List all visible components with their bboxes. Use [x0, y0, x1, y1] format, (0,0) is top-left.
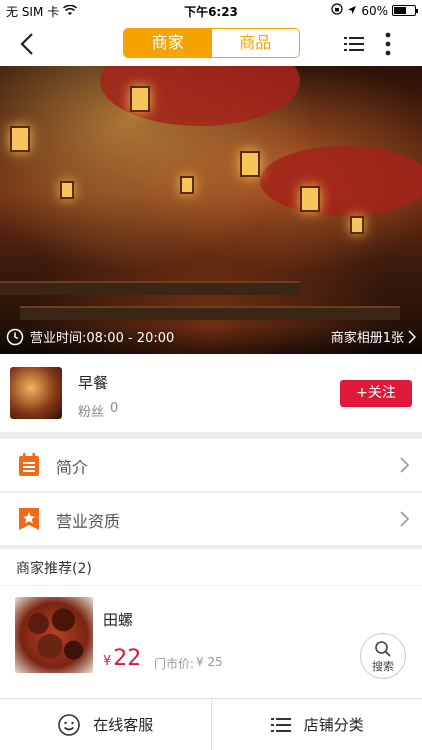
- album-link[interactable]: 商家相册1张: [331, 327, 416, 346]
- table-decoration: [0, 281, 300, 295]
- merchant-name: 早餐: [78, 374, 109, 392]
- more-vertical-icon: [385, 32, 391, 56]
- list-icon: [344, 37, 364, 51]
- bottom-bar: 在线客服 店铺分类: [0, 698, 422, 750]
- chevron-right-icon: [400, 511, 410, 527]
- recommended-title: 商家推荐(2): [16, 561, 92, 577]
- fans-value: 0: [110, 401, 119, 416]
- tab-merchant[interactable]: 商家: [124, 29, 212, 57]
- currency-symbol: ¥: [103, 654, 112, 669]
- lantern-decoration: [350, 216, 364, 234]
- business-hours-label: 营业时间:08:00 - 20:00: [30, 331, 175, 346]
- online-service-button[interactable]: 在线客服: [0, 699, 211, 750]
- star-badge-icon: [18, 507, 40, 531]
- product-price: ¥ 22: [103, 646, 141, 671]
- search-label: 搜索: [372, 660, 394, 673]
- market-price-label: 门市价:: [154, 657, 195, 671]
- chevron-right-icon: [400, 457, 410, 473]
- store-category-button[interactable]: 店铺分类: [212, 699, 422, 750]
- back-button[interactable]: [14, 30, 42, 58]
- product-image[interactable]: [15, 597, 93, 673]
- album-label: 商家相册1张: [330, 331, 404, 346]
- segment-control: 商家 商品: [123, 28, 300, 58]
- follow-button[interactable]: +关注: [340, 380, 412, 407]
- business-license-label: 营业资质: [56, 512, 121, 531]
- lantern-decoration: [130, 86, 150, 112]
- chevron-right-icon: [408, 329, 416, 344]
- tab-products[interactable]: 商品: [211, 29, 299, 57]
- lantern-decoration: [240, 151, 260, 177]
- lantern-decoration: [300, 186, 320, 212]
- clock-icon: [6, 328, 24, 345]
- fans-label: 粉丝: [78, 405, 105, 420]
- status-bar: 无 SIM 卡 下午6:23 60%: [0, 0, 422, 22]
- ceiling-decoration: [260, 146, 422, 216]
- business-hours: 营业时间:08:00 - 20:00: [6, 327, 174, 346]
- battery-icon: [392, 5, 418, 16]
- lantern-decoration: [60, 181, 74, 199]
- business-license-row[interactable]: 营业资质: [0, 493, 422, 545]
- table-decoration: [20, 306, 400, 320]
- market-price-value: ¥ 25: [196, 655, 223, 669]
- battery-fill: [394, 7, 406, 14]
- location-arrow-icon: [347, 4, 357, 18]
- online-service-label: 在线客服: [93, 716, 154, 734]
- intro-row[interactable]: 简介: [0, 439, 422, 491]
- market-price: 门市价: ¥ 25: [154, 655, 223, 672]
- search-button[interactable]: 搜索: [360, 633, 406, 679]
- lantern-decoration: [180, 176, 194, 194]
- rotation-lock-icon: [331, 3, 343, 18]
- document-icon: [18, 453, 40, 477]
- price-value: 22: [113, 646, 142, 671]
- intro-label: 简介: [56, 458, 89, 477]
- store-category-label: 店铺分类: [303, 716, 364, 734]
- merchant-avatar: [10, 367, 62, 419]
- smiley-icon: [58, 713, 81, 736]
- recommended-section: 商家推荐(2) 田螺 ¥ 22 门市价: ¥ 25: [0, 549, 422, 699]
- fans-count: 粉丝 0: [78, 401, 118, 420]
- merchant-info: 早餐 粉丝 0 +关注: [0, 354, 422, 432]
- lantern-decoration: [10, 126, 30, 152]
- battery-percent: 60%: [361, 3, 388, 18]
- chevron-left-icon: [20, 33, 33, 55]
- list-icon: [270, 717, 291, 732]
- nav-bar: 商家 商品: [0, 22, 422, 66]
- product-name[interactable]: 田螺: [103, 609, 133, 630]
- merchant-page: 无 SIM 卡 下午6:23 60% 商家 商品 营业时间:08:00 - 20…: [0, 0, 422, 750]
- search-icon: [375, 641, 391, 657]
- store-photo-banner[interactable]: 营业时间:08:00 - 20:00 商家相册1张: [0, 66, 422, 354]
- more-button[interactable]: [380, 30, 396, 58]
- list-menu-button[interactable]: [342, 32, 366, 56]
